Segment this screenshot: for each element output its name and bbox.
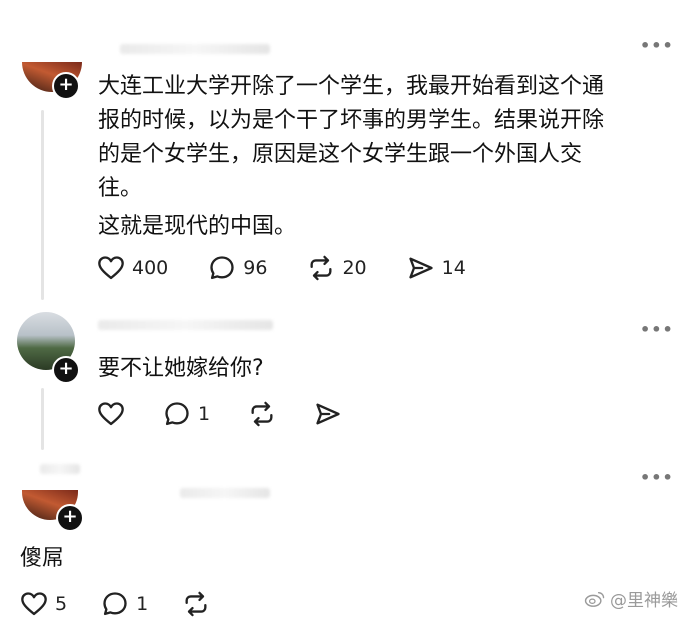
reply-actions: 1 bbox=[97, 400, 382, 428]
repost-button[interactable] bbox=[182, 590, 210, 618]
follow-plus-icon[interactable]: + bbox=[52, 72, 80, 100]
username-blurred bbox=[98, 320, 273, 330]
username-blurred bbox=[180, 488, 270, 498]
heart-icon bbox=[98, 256, 124, 280]
watermark-text: @里神樂 bbox=[610, 591, 678, 611]
comment-button[interactable]: 1 bbox=[163, 400, 210, 428]
comment-icon bbox=[165, 402, 189, 426]
reply-text: 要不让她嫁给你? bbox=[98, 356, 264, 381]
more-options-icon[interactable]: ••• bbox=[640, 470, 674, 486]
more-options-icon[interactable]: ••• bbox=[640, 38, 674, 54]
send-icon bbox=[408, 257, 433, 279]
post-actions: 400 96 20 14 bbox=[97, 254, 506, 282]
comment-button[interactable]: 96 bbox=[208, 254, 267, 282]
post-line: 往。 bbox=[98, 176, 143, 201]
like-button[interactable] bbox=[97, 400, 125, 428]
send-icon bbox=[316, 403, 340, 425]
repost-button[interactable]: 20 bbox=[307, 254, 367, 282]
comment-count: 1 bbox=[198, 403, 211, 425]
comment-icon bbox=[103, 592, 127, 616]
reply-actions: 5 1 bbox=[20, 590, 250, 618]
share-count: 14 bbox=[441, 257, 466, 279]
thread-line bbox=[41, 388, 44, 450]
follow-plus-icon[interactable]: + bbox=[56, 504, 84, 532]
watermark: @里神樂 bbox=[584, 586, 678, 611]
heart-icon bbox=[21, 592, 47, 616]
username-blurred bbox=[40, 464, 80, 474]
post-line: 大连工业大学开除了一个学生，我最开始看到这个通 bbox=[98, 74, 605, 99]
comment-button[interactable]: 1 bbox=[101, 590, 148, 618]
repost-icon bbox=[251, 401, 273, 427]
share-button[interactable] bbox=[314, 400, 342, 428]
comment-count: 96 bbox=[243, 257, 268, 279]
like-count: 5 bbox=[55, 593, 68, 615]
follow-plus-icon[interactable]: + bbox=[52, 356, 80, 384]
reply-text: 傻屌 bbox=[20, 546, 65, 571]
heart-icon bbox=[98, 402, 124, 426]
like-button[interactable]: 5 bbox=[20, 590, 67, 618]
weibo-icon bbox=[584, 591, 605, 607]
repost-count: 20 bbox=[342, 257, 367, 279]
like-button[interactable]: 400 bbox=[97, 254, 168, 282]
repost-button[interactable] bbox=[248, 400, 276, 428]
comment-icon bbox=[210, 256, 234, 280]
username-blurred bbox=[120, 44, 270, 54]
repost-icon bbox=[310, 255, 332, 281]
repost-icon bbox=[185, 591, 207, 617]
post-line: 报的时候，以为是个干了坏事的男学生。结果说开除 bbox=[98, 108, 605, 133]
share-button[interactable]: 14 bbox=[407, 254, 466, 282]
post-line: 这就是现代的中国。 bbox=[98, 214, 297, 239]
like-count: 400 bbox=[132, 257, 169, 279]
comment-count: 1 bbox=[136, 593, 149, 615]
post-line: 的是个女学生，原因是这个女学生跟一个外国人交 bbox=[98, 142, 583, 167]
post-body: 大连工业大学开除了一个学生，我最开始看到这个通 报的时候，以为是个干了坏事的男学… bbox=[98, 70, 673, 244]
thread-line bbox=[41, 110, 44, 300]
more-options-icon[interactable]: ••• bbox=[640, 322, 674, 338]
